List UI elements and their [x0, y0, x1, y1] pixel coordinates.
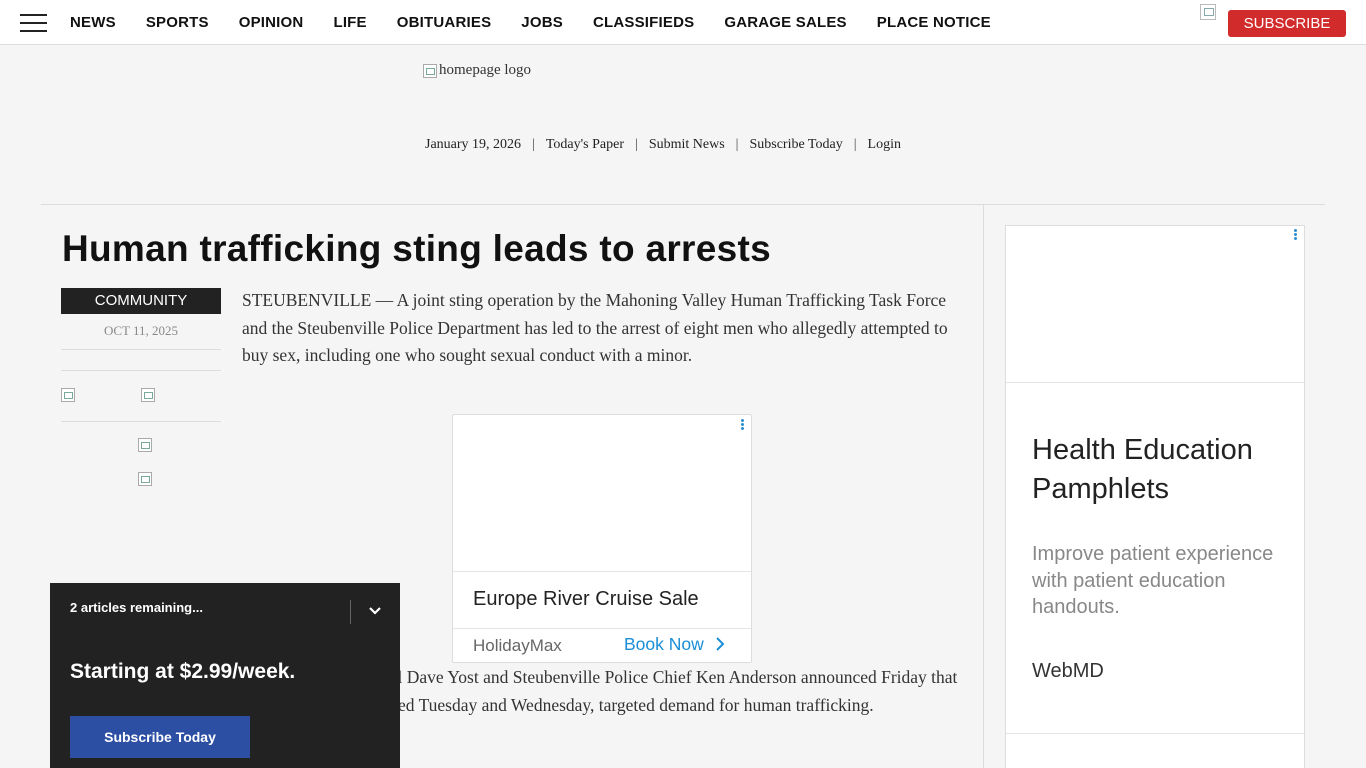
chevron-down-icon[interactable] — [368, 605, 382, 617]
separator: | — [853, 137, 857, 152]
subscribe-button[interactable]: SUBSCRIBE — [1228, 10, 1346, 37]
sidebar-ad[interactable]: Health Education Pamphlets Improve patie… — [1005, 225, 1305, 768]
nav-item-sports[interactable]: SPORTS — [146, 14, 209, 31]
logo-alt-text: homepage logo — [439, 62, 532, 78]
divider — [61, 349, 221, 350]
category-badge[interactable]: COMMUNITY — [61, 288, 221, 314]
subscription-price: Starting at $2.99/week. — [70, 660, 296, 683]
login-link[interactable]: Login — [868, 137, 901, 153]
header-divider — [41, 204, 1325, 205]
subscribe-today-link[interactable]: Subscribe Today — [749, 137, 842, 153]
homepage-logo[interactable]: homepage logo — [423, 62, 531, 79]
todays-paper-link[interactable]: Today's Paper — [546, 137, 624, 153]
separator: | — [635, 137, 638, 152]
hamburger-menu-icon[interactable] — [20, 14, 47, 32]
broken-image-icon — [1200, 4, 1216, 20]
inline-ad[interactable]: Europe River Cruise Sale HolidayMax Book… — [452, 414, 752, 663]
share-icon[interactable] — [61, 388, 75, 402]
ad-title[interactable]: Europe River Cruise Sale — [473, 588, 699, 611]
ad-source: HolidayMax — [473, 636, 562, 655]
nav-item-opinion[interactable]: OPINION — [239, 14, 304, 31]
ad-source: WebMD — [1032, 660, 1104, 682]
current-date: January 19, 2026 — [425, 137, 522, 152]
ad-image[interactable] — [1006, 226, 1304, 383]
share-icon[interactable] — [141, 388, 155, 402]
share-icon[interactable] — [138, 472, 152, 486]
article-paragraph: STEUBENVILLE — A joint sting operation b… — [242, 290, 948, 365]
ad-cta-label: Book Now — [624, 634, 704, 654]
broken-image-icon — [423, 63, 437, 78]
share-icon[interactable] — [138, 438, 152, 452]
ad-description: Improve patient experience with patient … — [1032, 543, 1274, 618]
utility-bar: January 19, 2026 | Today's Paper | Submi… — [425, 137, 901, 153]
submit-news-link[interactable]: Submit News — [649, 137, 725, 153]
ad-image[interactable] — [453, 415, 751, 572]
divider — [61, 421, 221, 422]
nav-item-classifieds[interactable]: CLASSIFIEDS — [593, 14, 694, 31]
nav-item-life[interactable]: LIFE — [333, 14, 366, 31]
nav-item-place-notice[interactable]: PLACE NOTICE — [877, 14, 991, 31]
separator: | — [735, 137, 739, 152]
article-headline: Human trafficking sting leads to arrests — [62, 228, 772, 269]
divider — [61, 370, 221, 371]
main-nav: NEWS SPORTS OPINION LIFE OBITUARIES JOBS… — [70, 0, 1021, 45]
ad-options-icon[interactable] — [741, 419, 745, 431]
separator: | — [532, 137, 535, 152]
divider — [453, 628, 751, 629]
nav-item-obituaries[interactable]: OBITUARIES — [397, 14, 492, 31]
rail-divider — [983, 205, 984, 768]
ad-options-icon[interactable] — [1294, 229, 1298, 241]
divider — [1006, 733, 1304, 734]
chevron-right-icon — [715, 637, 725, 651]
divider — [350, 600, 351, 624]
top-navigation: NEWS SPORTS OPINION LIFE OBITUARIES JOBS… — [0, 0, 1366, 45]
article-date: OCT 11, 2025 — [103, 323, 179, 338]
articles-remaining: 2 articles remaining... — [70, 600, 203, 615]
nav-item-news[interactable]: NEWS — [70, 14, 116, 31]
nav-item-garage-sales[interactable]: GARAGE SALES — [724, 14, 846, 31]
book-now-link[interactable]: Book Now — [624, 634, 725, 655]
ad-title[interactable]: Health Education Pamphlets — [1032, 431, 1282, 509]
paywall-subscribe-button[interactable]: Subscribe Today — [70, 716, 250, 758]
paywall-widget: 2 articles remaining... Starting at $2.9… — [50, 583, 400, 768]
nav-item-jobs[interactable]: JOBS — [521, 14, 563, 31]
